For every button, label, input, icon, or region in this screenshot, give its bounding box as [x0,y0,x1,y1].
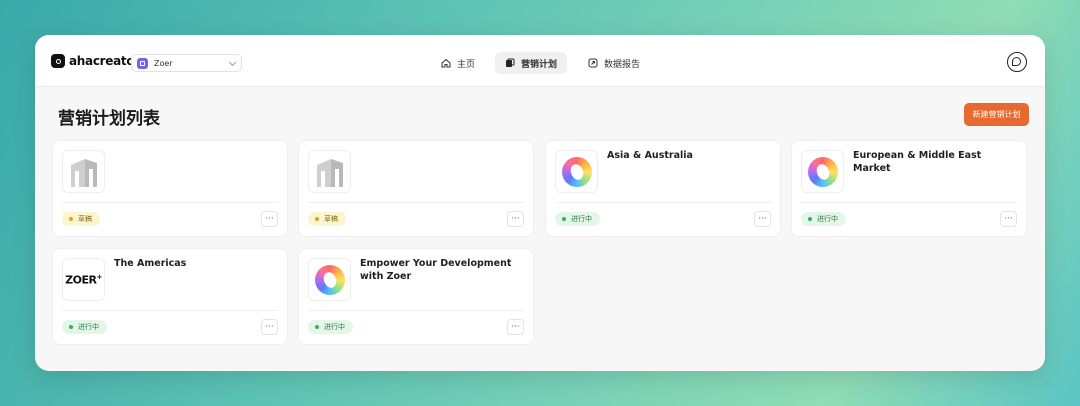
more-options-button[interactable]: ··· [754,211,771,227]
status-badge: 草稿 [308,212,346,226]
plan-title: The Americas [114,258,187,269]
workspace-name: Zoer [154,58,173,68]
page-title: 营销计划列表 [58,109,160,129]
zoer-wordmark-plus: + [96,272,102,281]
nav-home[interactable]: 主页 [431,52,485,74]
plan-thumbnail [801,150,844,193]
status-badge: 草稿 [62,212,100,226]
nav-data-report[interactable]: 数据报告 [578,52,650,74]
building-placeholder-icon [70,158,97,187]
plan-card[interactable]: 草稿 ··· [298,140,534,237]
more-options-button[interactable]: ··· [261,319,278,335]
card-divider [801,202,1017,203]
chevron-down-icon [228,58,237,67]
top-navigation-bar: ahacreator Zoer 主页 营销计划 数据报告 [35,35,1045,87]
plan-title: European & Middle East Market [853,150,982,174]
plan-title: Asia & Australia [607,150,693,161]
plan-thumbnail: ZOER+ [62,258,105,301]
card-divider [308,202,524,203]
building-placeholder-icon [316,158,343,187]
plan-card[interactable]: 草稿 ··· [52,140,288,237]
more-options-button[interactable]: ··· [1000,211,1017,227]
zoer-ring-logo-icon [561,156,592,187]
nav-data-report-label: 数据报告 [604,59,641,70]
plan-thumbnail [308,258,351,301]
status-badge: 进行中 [62,320,107,334]
nav-marketing-plan[interactable]: 营销计划 [495,52,568,74]
card-divider [62,202,278,203]
card-divider [62,310,278,311]
report-icon [588,58,598,68]
more-options-button[interactable]: ··· [507,319,524,335]
card-divider [555,202,771,203]
nav-home-label: 主页 [457,59,476,70]
new-marketing-plan-button[interactable]: 新建营销计划 [964,103,1029,126]
more-options-button[interactable]: ··· [507,211,524,227]
user-avatar[interactable] [1007,52,1027,72]
plan-thumbnail [62,150,105,193]
plan-icon [506,58,515,67]
status-badge: 进行中 [801,212,846,226]
plan-card[interactable]: Asia & Australia 进行中 ··· [545,140,781,237]
plan-card[interactable]: Empower Your Development with Zoer 进行中 ·… [298,248,534,345]
card-divider [308,310,524,311]
home-icon [441,58,451,68]
app-window: ahacreator Zoer 主页 营销计划 数据报告 营销计划列表 新建营销… [35,35,1045,371]
plan-title: Empower Your Development with Zoer [360,258,512,282]
brand-name: ahacreator [69,54,140,68]
plan-thumbnail [308,150,351,193]
workspace-icon [137,57,148,69]
plan-thumbnail [555,150,598,193]
zoer-wordmark-logo: ZOER+ [65,273,102,287]
brand-logo[interactable]: ahacreator [51,54,140,68]
status-badge: 进行中 [308,320,353,334]
zoer-wordmark-text: ZOER [65,273,97,287]
zoer-ring-logo-icon [807,156,838,187]
status-badge: 进行中 [555,212,600,226]
workspace-selector[interactable]: Zoer [131,54,242,72]
nav-marketing-plan-label: 营销计划 [521,59,558,70]
plan-card[interactable]: European & Middle East Market 进行中 ··· [791,140,1027,237]
ahacreator-logo-icon [51,54,65,68]
plan-card[interactable]: ZOER+ The Americas 进行中 ··· [52,248,288,345]
zoer-ring-logo-icon [314,264,345,295]
head-profile-icon [1012,57,1021,66]
more-options-button[interactable]: ··· [261,211,278,227]
